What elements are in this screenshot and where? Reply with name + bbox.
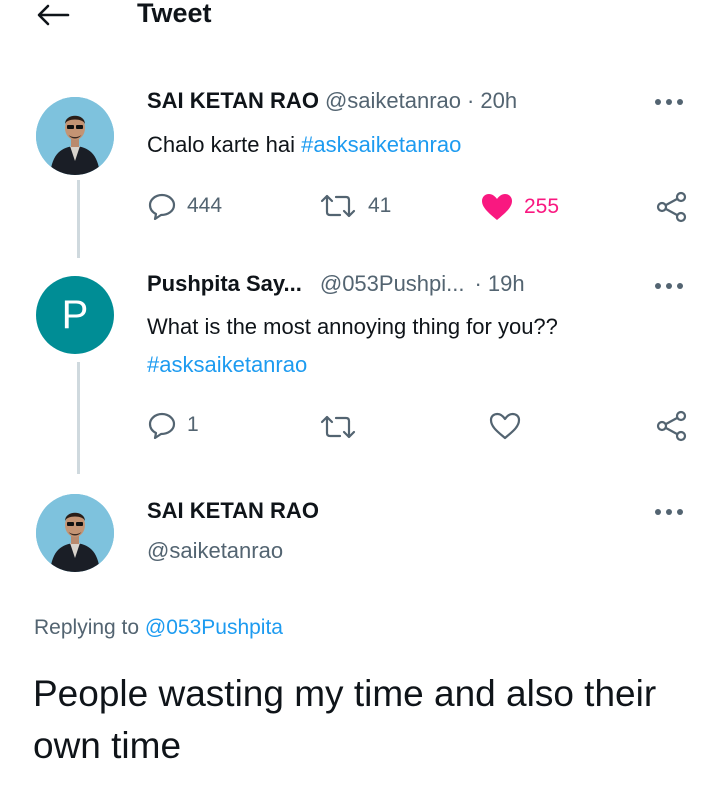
hashtag-link[interactable]: #asksaiketanrao bbox=[301, 132, 461, 157]
replying-to: Replying to @053Pushpita bbox=[34, 616, 283, 640]
author-name[interactable]: SAI KETAN RAO bbox=[147, 88, 319, 114]
thread-line bbox=[77, 180, 80, 258]
profile-photo-icon bbox=[36, 97, 114, 175]
tweet-header: Pushpita Say... @053Pushpi... · 19h bbox=[147, 271, 525, 297]
main-tweet-text: People wasting my time and also their ow… bbox=[33, 673, 657, 766]
thread-line bbox=[77, 362, 80, 474]
like-count: 255 bbox=[524, 195, 560, 218]
hashtag-link[interactable]: #asksaiketanrao bbox=[147, 348, 307, 382]
avatar[interactable] bbox=[36, 97, 114, 175]
author-name[interactable]: SAI KETAN RAO bbox=[147, 498, 319, 524]
avatar-letter[interactable]: P bbox=[36, 276, 114, 354]
author-handle[interactable]: @saiketanrao bbox=[325, 88, 461, 114]
reply-icon bbox=[148, 193, 176, 220]
author-name[interactable]: Pushpita Say... bbox=[147, 271, 302, 297]
reply-icon bbox=[148, 412, 176, 439]
separator: · bbox=[474, 271, 482, 296]
tweet-text-content: Chalo karte hai bbox=[147, 132, 302, 157]
retweet-icon bbox=[320, 194, 356, 218]
heart-icon[interactable] bbox=[488, 411, 522, 441]
heart-filled-icon bbox=[482, 194, 512, 220]
replying-prefix: Replying to bbox=[34, 616, 145, 639]
avatar[interactable] bbox=[36, 494, 114, 572]
reply-count: 1 bbox=[187, 413, 199, 436]
tweet-header: SAI KETAN RAO @saiketanrao · 20h bbox=[147, 88, 517, 114]
more-icon[interactable] bbox=[654, 508, 684, 516]
reply-button[interactable]: 1 bbox=[147, 411, 199, 439]
reply-button[interactable]: 444 bbox=[147, 192, 222, 220]
mention-link[interactable]: @053Pushpita bbox=[145, 616, 283, 639]
arrow-left-icon[interactable] bbox=[36, 4, 70, 26]
avatar-initial: P bbox=[61, 292, 89, 337]
timestamp[interactable]: 20h bbox=[480, 88, 517, 114]
author-handle[interactable]: @saiketanrao bbox=[147, 538, 283, 564]
more-icon[interactable] bbox=[654, 282, 684, 290]
page-title: Tweet bbox=[137, 0, 212, 28]
separator: · bbox=[467, 88, 475, 113]
more-icon[interactable] bbox=[654, 98, 684, 106]
reply-count: 444 bbox=[187, 194, 223, 217]
share-icon[interactable] bbox=[655, 410, 689, 442]
share-icon[interactable] bbox=[655, 191, 689, 223]
tweet-text: Chalo karte hai #asksaiketanrao bbox=[147, 128, 461, 162]
retweet-icon[interactable] bbox=[318, 413, 358, 441]
timestamp[interactable]: 19h bbox=[488, 271, 525, 297]
tweet-text-content: What is the most annoying thing for you?… bbox=[147, 314, 558, 339]
retweet-count: 41 bbox=[368, 194, 392, 217]
profile-photo-icon bbox=[36, 494, 114, 572]
like-button[interactable]: 255 bbox=[480, 192, 559, 222]
author-handle[interactable]: @053Pushpi... bbox=[320, 271, 465, 297]
retweet-button[interactable]: 41 bbox=[318, 192, 391, 220]
